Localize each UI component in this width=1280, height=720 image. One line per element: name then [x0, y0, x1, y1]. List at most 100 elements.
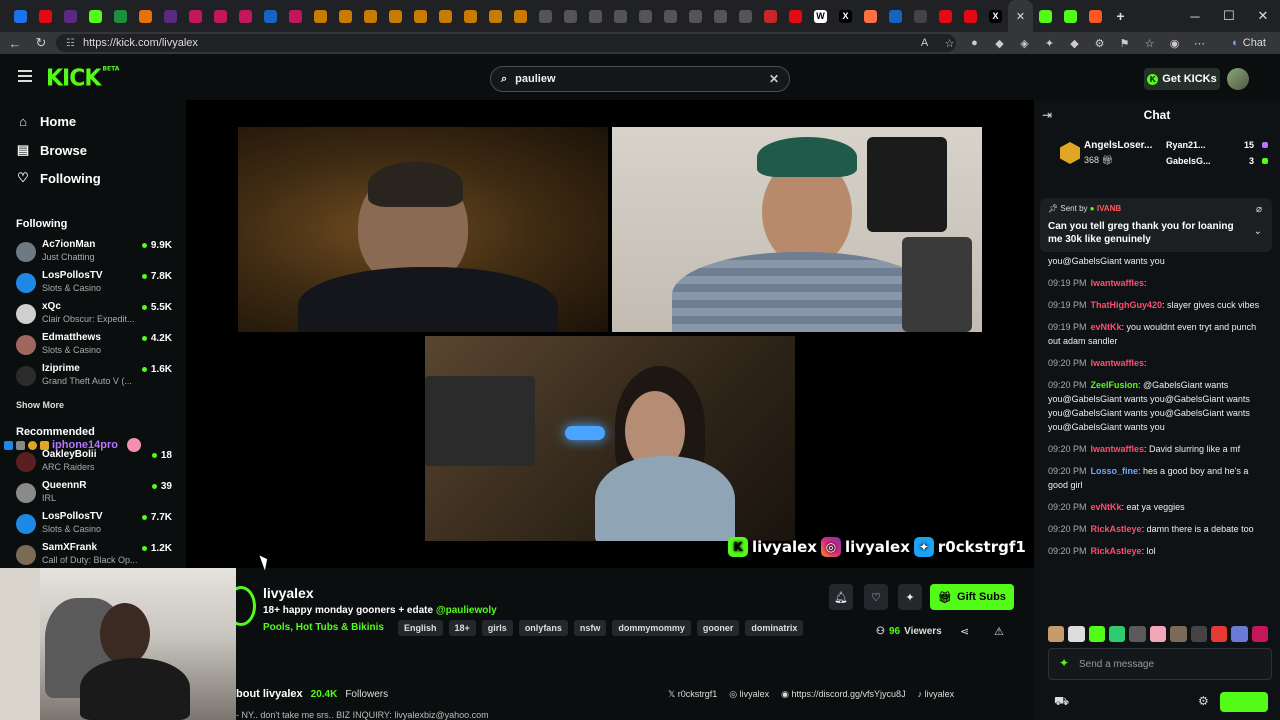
- emote-icon[interactable]: [1170, 626, 1187, 642]
- extension-icon[interactable]: ✦: [1037, 34, 1062, 52]
- tag[interactable]: gooner: [696, 620, 740, 636]
- tab[interactable]: [908, 0, 933, 32]
- discord-link[interactable]: ◉ https://discord.gg/vfsYjycu8J: [781, 689, 905, 700]
- search-input[interactable]: ⌕ pauliew ✕: [490, 66, 790, 92]
- message-username[interactable]: evNtKk: [1091, 502, 1122, 512]
- tab[interactable]: [608, 0, 633, 32]
- message-username[interactable]: Losso_fine: [1091, 466, 1139, 476]
- emote-icon[interactable]: [1109, 626, 1126, 642]
- tag[interactable]: 18+: [448, 620, 476, 636]
- share-icon[interactable]: ⋖: [960, 625, 969, 638]
- tab[interactable]: X: [983, 0, 1008, 32]
- unpin-icon[interactable]: ⌀: [1256, 204, 1262, 215]
- channel-item[interactable]: xQc Clair Obscur: Expedit... 5.5K: [16, 300, 176, 330]
- chat-input[interactable]: ✦ Send a message: [1048, 648, 1272, 680]
- message-username[interactable]: RickAstleye: [1091, 546, 1142, 556]
- tab[interactable]: [8, 0, 33, 32]
- minimize-icon[interactable]: ─: [1178, 0, 1212, 32]
- show-more-link[interactable]: Show More: [16, 400, 64, 410]
- extension-icon[interactable]: ●: [962, 34, 987, 52]
- tag[interactable]: onlyfans: [518, 620, 568, 636]
- channel-item[interactable]: QueennR IRL 39: [16, 479, 176, 509]
- tab[interactable]: [658, 0, 683, 32]
- tab[interactable]: [558, 0, 583, 32]
- tab[interactable]: [408, 0, 433, 32]
- new-tab-button[interactable]: +: [1108, 0, 1133, 32]
- site-info-icon[interactable]: ☷: [66, 38, 75, 49]
- tag[interactable]: English: [398, 620, 443, 636]
- emote-icon[interactable]: [1088, 626, 1106, 642]
- extension-icon[interactable]: ⚑: [1112, 34, 1137, 52]
- message-username[interactable]: evNtKk: [1091, 322, 1122, 332]
- tab[interactable]: [483, 0, 508, 32]
- tab[interactable]: [533, 0, 558, 32]
- sidebar-item-home[interactable]: ⌂ Home: [16, 114, 76, 129]
- sidebar-item-browse[interactable]: ▤ Browse: [16, 142, 87, 158]
- gift-icon[interactable]: ⛟: [1054, 694, 1069, 710]
- tab[interactable]: [158, 0, 183, 32]
- tab[interactable]: [1058, 0, 1083, 32]
- gift-subs-button[interactable]: 🎁︎ Gift Subs: [930, 584, 1014, 610]
- clear-search-icon[interactable]: ✕: [769, 72, 779, 86]
- tab[interactable]: [233, 0, 258, 32]
- maximize-icon[interactable]: ☐: [1212, 0, 1246, 32]
- tab[interactable]: [1083, 0, 1108, 32]
- message-username[interactable]: RickAstleye: [1091, 524, 1142, 534]
- tab[interactable]: [508, 0, 533, 32]
- active-tab[interactable]: ✕: [1008, 0, 1033, 32]
- tab[interactable]: [633, 0, 658, 32]
- url-field[interactable]: ☷ https://kick.com/livyalex: [56, 34, 956, 52]
- message-username[interactable]: Iwantwaffles: [1091, 278, 1145, 288]
- tab[interactable]: [883, 0, 908, 32]
- stream-category[interactable]: Pools, Hot Tubs & Bikinis: [263, 622, 384, 633]
- menu-icon[interactable]: [18, 70, 32, 82]
- streamer-name[interactable]: livyalex: [263, 585, 314, 601]
- gear-icon[interactable]: ⚙: [1198, 694, 1209, 708]
- emote-icon[interactable]: [1190, 626, 1207, 642]
- close-window-icon[interactable]: ✕: [1246, 0, 1280, 32]
- bookmark-star-icon[interactable]: ☆: [937, 34, 962, 52]
- emote-icon[interactable]: [1251, 626, 1268, 642]
- message-username[interactable]: Iwantwaffles: [1091, 358, 1145, 368]
- tag[interactable]: dominatrix: [745, 620, 804, 636]
- send-chat-button[interactable]: [1220, 692, 1268, 712]
- favorites-icon[interactable]: ☆: [1137, 34, 1162, 52]
- tab[interactable]: [583, 0, 608, 32]
- avatar[interactable]: [1227, 68, 1249, 90]
- tab[interactable]: [933, 0, 958, 32]
- follow-button[interactable]: ♡: [864, 584, 888, 610]
- tab[interactable]: X: [833, 0, 858, 32]
- close-icon[interactable]: ✕: [1016, 10, 1025, 23]
- reload-icon[interactable]: ↻: [28, 32, 54, 54]
- chevron-down-icon[interactable]: ⌄: [1254, 226, 1262, 237]
- tab[interactable]: [1033, 0, 1058, 32]
- tab[interactable]: [108, 0, 133, 32]
- kick-logo[interactable]: KICK BETA: [46, 65, 119, 91]
- channel-item[interactable]: Edmatthews Slots & Casino 4.2K: [16, 331, 176, 361]
- emote-icon[interactable]: [1210, 626, 1228, 642]
- notification-bell-button[interactable]: 🔔︎: [829, 584, 853, 610]
- channel-item[interactable]: SamXFrank Call of Duty: Black Op... 1.2K: [16, 541, 176, 571]
- emote-icon[interactable]: [1129, 626, 1146, 642]
- profile-icon[interactable]: ◉: [1162, 34, 1187, 52]
- emote-icon[interactable]: [1068, 626, 1085, 642]
- tab[interactable]: [758, 0, 783, 32]
- emote-icon[interactable]: [1231, 626, 1248, 642]
- clip-button[interactable]: ✦: [898, 584, 922, 610]
- extension-icon[interactable]: ◆: [987, 34, 1012, 52]
- channel-item[interactable]: LosPollosTV Slots & Casino 7.8K: [16, 269, 176, 299]
- emote-icon[interactable]: [1149, 626, 1167, 642]
- message-username[interactable]: ThatHighGuy420: [1091, 300, 1163, 310]
- extension-icon[interactable]: ◆: [1062, 34, 1087, 52]
- tab[interactable]: [683, 0, 708, 32]
- tab[interactable]: [708, 0, 733, 32]
- tab[interactable]: [858, 0, 883, 32]
- tab[interactable]: [433, 0, 458, 32]
- tab[interactable]: [58, 0, 83, 32]
- tab[interactable]: [383, 0, 408, 32]
- back-arrow-icon[interactable]: ←: [2, 32, 28, 54]
- more-menu-icon[interactable]: ⋯: [1187, 34, 1212, 52]
- sidebar-item-following[interactable]: ♡ Following: [16, 170, 100, 186]
- channel-item[interactable]: LosPollosTV Slots & Casino 7.7K: [16, 510, 176, 540]
- tag[interactable]: dommymommy: [612, 620, 691, 636]
